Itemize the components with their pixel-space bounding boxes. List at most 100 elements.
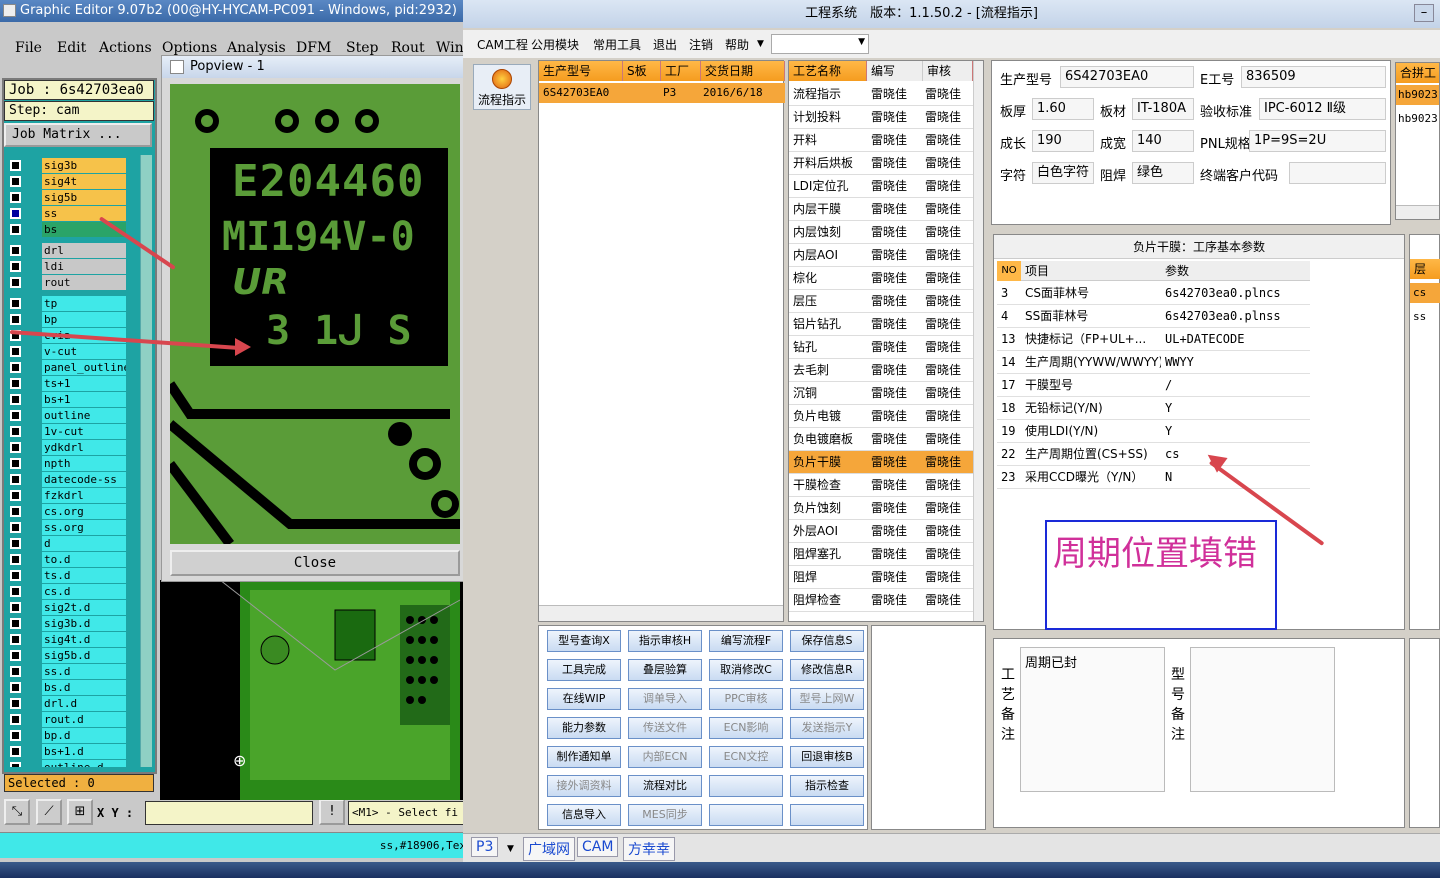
xy-input[interactable] [145,801,313,825]
layer-name[interactable]: ts.d [42,568,126,583]
layer-checkbox[interactable] [10,410,21,421]
layer-row[interactable]: sig5b [4,190,134,205]
process-col-writer[interactable]: 编写 [867,61,923,81]
action-button[interactable]: 型号查询X [547,630,621,652]
layer-row[interactable]: bs+1.d [4,744,134,759]
layer-checkbox[interactable] [10,682,21,693]
layer-name[interactable]: to.d [42,552,126,567]
param-row[interactable]: 14 生产周期(YYWW/WWYY) WWYY [997,351,1310,374]
ge-menu-rout[interactable]: Rout [391,40,425,56]
tab-dropdown-icon[interactable]: ▼ [507,844,514,854]
layer-row[interactable]: ss.d [4,664,134,679]
layer-row[interactable]: 1v-cut [4,424,134,439]
layer-row[interactable]: d [4,536,134,551]
process-row[interactable]: 负片蚀刻 雷晓佳 雷晓佳 [789,497,973,520]
layer-name[interactable]: d [42,536,126,551]
layer-row[interactable]: sig3b.d [4,616,134,631]
layer-name[interactable]: sig4t.d [42,632,126,647]
process-row[interactable]: 内层蚀刻 雷晓佳 雷晓佳 [789,221,973,244]
action-button[interactable]: 流程对比 [628,775,702,797]
layer-checkbox[interactable] [10,746,21,757]
layer-name[interactable]: 1v-cut [42,424,126,439]
layer-checkbox[interactable] [10,314,21,325]
layer-row[interactable]: sig2t.d [4,600,134,615]
layer-checkbox[interactable] [10,176,21,187]
layer-checkbox[interactable] [10,474,21,485]
layer-name[interactable]: ss.d [42,664,126,679]
action-button[interactable]: 编写流程F [709,630,783,652]
process-row[interactable]: 外层AOI 雷晓佳 雷晓佳 [789,520,973,543]
layer-name[interactable]: ldi [42,259,126,274]
process-row[interactable]: 流程指示 雷晓佳 雷晓佳 [789,83,973,106]
layer-row[interactable]: rout.d [4,712,134,727]
action-button[interactable]: ECN影响 [709,717,783,739]
menu-combo[interactable]: ▼ [771,34,869,54]
ge-menu-win[interactable]: Win [436,40,464,56]
action-button[interactable]: 传送文件 [628,717,702,739]
merge-header[interactable]: 合拼工 [1396,63,1439,83]
process-row[interactable]: LDI定位孔 雷晓佳 雷晓佳 [789,175,973,198]
layer-name[interactable]: bs.d [42,680,126,695]
layer-name[interactable]: sig2t.d [42,600,126,615]
layer-name[interactable]: datecode-ss [42,472,126,487]
layer-name[interactable]: bp [42,312,126,327]
action-button[interactable]: 制作通知单 [547,746,621,768]
layer-name[interactable]: drl [42,243,126,258]
job-matrix-button[interactable]: Job Matrix ... [4,123,152,147]
layer-row[interactable]: drl [4,243,134,258]
process-row[interactable]: 负电镀磨板 雷晓佳 雷晓佳 [789,428,973,451]
action-button[interactable]: 指示检查 [790,775,864,797]
layer-checkbox[interactable] [10,192,21,203]
silkscreen-value[interactable]: 白色字符 [1032,162,1094,184]
process-remark-textarea[interactable]: 周期已封 [1020,647,1165,792]
model-remark-textarea[interactable] [1190,647,1335,792]
layer-name[interactable]: bs+1.d [42,744,126,759]
layer-row[interactable]: outline [4,408,134,423]
ge-menu-analysis[interactable]: Analysis [227,40,286,56]
flow-indicator-button[interactable]: 流程指示 [473,64,531,110]
action-button[interactable]: PPC审核 [709,688,783,710]
order-hscrollbar[interactable] [539,605,783,621]
order-row[interactable]: 6S42703EA0 P3 2016/6/18 [539,83,785,103]
layer-checkbox[interactable] [10,634,21,645]
length-value[interactable]: 190 [1032,130,1094,152]
ge-menu-options[interactable]: Options [162,40,217,56]
layer-row[interactable]: cs.d [4,584,134,599]
layer-row[interactable]: rout [4,275,134,290]
layer-checkbox[interactable] [10,538,21,549]
layer-name[interactable]: ydkdrl [42,440,126,455]
menu-exit[interactable]: 退出 [653,36,677,53]
layer-checkbox[interactable] [10,586,21,597]
ge-menu-file[interactable]: File [15,40,42,56]
ge-menu-edit[interactable]: Edit [57,40,86,56]
layer-name[interactable]: ss.org [42,520,126,535]
layer-checkbox[interactable] [10,277,21,288]
layer-row[interactable]: outline.d [4,760,134,767]
layer-row[interactable]: ss.org [4,520,134,535]
pnl-value[interactable]: 1P=9S=2U [1249,130,1386,152]
action-button[interactable]: 接外调资料 [547,775,621,797]
menu-dropdown-icon[interactable]: ▼ [757,39,764,49]
layer-checkbox[interactable] [10,730,21,741]
action-button[interactable]: 工具完成 [547,659,621,681]
layer-row[interactable]: to.d [4,552,134,567]
model-value[interactable]: 6S42703EA0 [1060,66,1194,88]
layer-name[interactable]: outline.d [42,760,126,767]
params-col-item[interactable]: 项目 [1025,261,1049,281]
action-button[interactable]: 回退审核B [790,746,864,768]
action-button[interactable]: 信息导入 [547,804,621,826]
layer-name[interactable]: bs+1 [42,392,126,407]
layer-row[interactable]: ts+1 [4,376,134,391]
param-row[interactable]: 4 SS面菲林号 6s42703ea0.plnss [997,305,1310,328]
layer-row[interactable]: panel_outline [4,360,134,375]
layer-name[interactable]: v-cut [42,344,126,359]
layer-row[interactable]: v-cut [4,344,134,359]
layer-checkbox[interactable] [10,602,21,613]
layer-checkbox[interactable] [10,698,21,709]
layer-row[interactable]: bp.d [4,728,134,743]
layer-checkbox[interactable] [10,666,21,677]
action-button[interactable]: 内部ECN [628,746,702,768]
layer-checkbox[interactable] [10,570,21,581]
process-row[interactable]: 去毛刺 雷晓佳 雷晓佳 [789,359,973,382]
tab-wan[interactable]: 广域网 [523,837,575,861]
